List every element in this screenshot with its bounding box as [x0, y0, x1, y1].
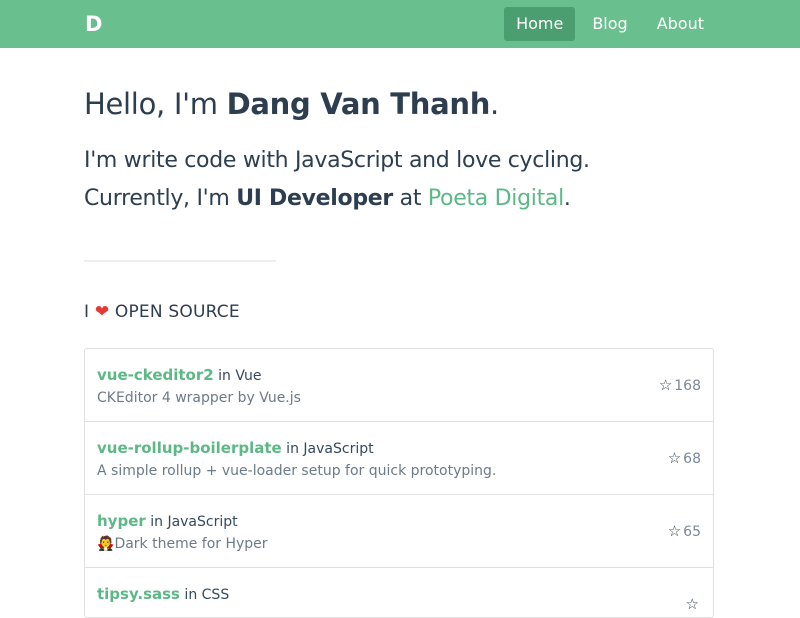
intro-prefix: Currently, I'm	[84, 186, 237, 211]
heading-suffix: OPEN SOURCE	[109, 302, 240, 322]
repo-description: CKEditor 4 wrapper by Vue.js	[97, 390, 301, 406]
repo-description-text: Dark theme for Hyper	[114, 536, 268, 552]
author-name: Dang Van Thanh	[226, 87, 491, 121]
intro-at: at	[392, 186, 428, 211]
repo-item: tipsy.sass in CSS ☆	[85, 568, 713, 617]
repo-language: JavaScript	[167, 514, 238, 530]
intro-line-2: Currently, I'm UI Developer at Poeta Dig…	[84, 180, 716, 218]
repo-item: vue-ckeditor2 in Vue CKEditor 4 wrapper …	[85, 349, 713, 422]
repo-item: vue-rollup-boilerplate in JavaScript A s…	[85, 422, 713, 495]
repo-stars[interactable]: ☆	[686, 594, 701, 615]
star-icon: ☆	[658, 376, 673, 394]
repo-stars[interactable]: ☆ 168	[659, 375, 701, 396]
hero-period: .	[490, 87, 499, 121]
hero-title: Hello, I'm Dang Van Thanh.	[84, 84, 716, 124]
intro: I'm write code with JavaScript and love …	[84, 142, 716, 218]
nav-links: Home Blog About	[499, 7, 716, 41]
repo-in: in	[281, 441, 304, 457]
company-link[interactable]: Poeta Digital	[428, 186, 564, 211]
nav-about[interactable]: About	[645, 7, 716, 41]
main-content: Hello, I'm Dang Van Thanh. I'm write cod…	[84, 84, 716, 324]
repo-list: vue-ckeditor2 in Vue CKEditor 4 wrapper …	[84, 348, 714, 618]
nav-home[interactable]: Home	[504, 7, 576, 41]
star-icon: ☆	[667, 522, 682, 540]
star-count: 65	[683, 524, 701, 540]
repo-description: A simple rollup + vue-loader setup for q…	[97, 463, 497, 479]
repo-name-link[interactable]: hyper	[97, 512, 146, 530]
divider	[84, 260, 276, 262]
site-logo[interactable]: D	[85, 11, 102, 37]
job-role: UI Developer	[236, 186, 393, 211]
repo-language: CSS	[201, 587, 230, 603]
vampire-icon: 🧛	[97, 536, 115, 552]
repo-stars[interactable]: ☆ 68	[668, 448, 701, 469]
repo-language: JavaScript	[303, 441, 374, 457]
star-count: 68	[683, 451, 701, 467]
repo-item: hyper in JavaScript 🧛Dark theme for Hype…	[85, 495, 713, 568]
intro-period: .	[563, 186, 571, 211]
nav-blog[interactable]: Blog	[580, 7, 639, 41]
repo-line1: vue-rollup-boilerplate in JavaScript	[97, 437, 374, 460]
navbar: D Home Blog About	[0, 0, 800, 48]
repo-in: in	[213, 368, 236, 384]
repo-name-link[interactable]: vue-ckeditor2	[97, 366, 214, 384]
star-count: 168	[674, 378, 701, 394]
star-icon: ☆	[685, 595, 699, 613]
heart-icon: ❤	[94, 302, 110, 322]
repo-language: Vue	[235, 368, 262, 384]
repo-description: 🧛Dark theme for Hyper	[97, 534, 268, 554]
hero-greeting: Hello, I'm	[84, 87, 227, 121]
repo-in: in	[179, 587, 202, 603]
star-icon: ☆	[667, 449, 682, 467]
repo-stars[interactable]: ☆ 65	[668, 521, 701, 542]
repo-name-link[interactable]: tipsy.sass	[97, 585, 180, 603]
intro-line-1: I'm write code with JavaScript and love …	[84, 148, 590, 173]
repo-in: in	[145, 514, 168, 530]
repo-line1: tipsy.sass in CSS	[97, 583, 229, 606]
heading-prefix: I	[84, 302, 95, 322]
repo-line1: vue-ckeditor2 in Vue	[97, 364, 261, 387]
repo-line1: hyper in JavaScript	[97, 510, 238, 533]
repo-name-link[interactable]: vue-rollup-boilerplate	[97, 439, 282, 457]
open-source-heading: I ❤ OPEN SOURCE	[84, 300, 716, 324]
